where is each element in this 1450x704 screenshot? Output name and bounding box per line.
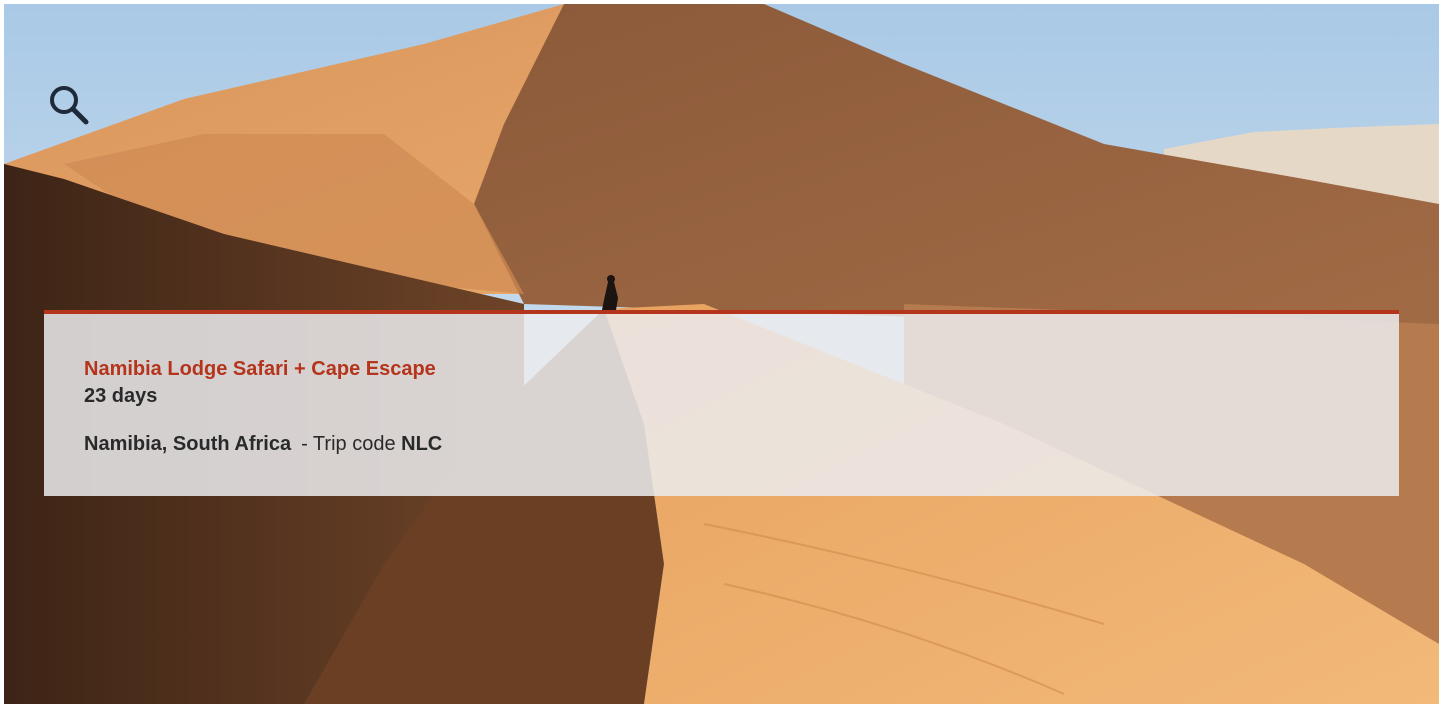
search-button[interactable]	[44, 80, 94, 130]
trip-meta: Namibia, South Africa - Trip code NLC	[84, 433, 442, 456]
trip-countries: Namibia, South Africa	[84, 433, 292, 455]
trip-duration: 23 days	[84, 385, 158, 407]
trip-info-panel: Namibia Lodge Safari + Cape Escape 23 da…	[44, 310, 1399, 496]
trip-code: NLC	[401, 433, 443, 455]
panel-accent-border	[44, 310, 1399, 314]
hero-banner: Namibia Lodge Safari + Cape Escape 23 da…	[4, 4, 1439, 704]
trip-title-link[interactable]: Namibia Lodge Safari + Cape Escape	[84, 358, 436, 381]
search-icon	[50, 86, 89, 125]
trip-code-prefix: - Trip code	[301, 433, 396, 455]
